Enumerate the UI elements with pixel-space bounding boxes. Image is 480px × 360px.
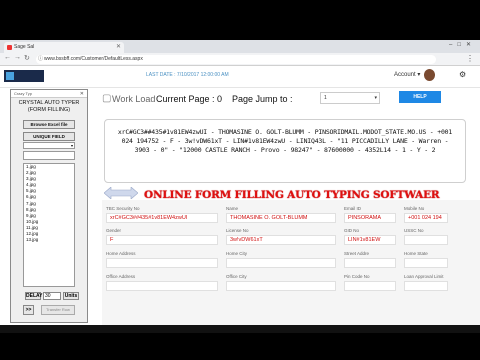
form-field-input[interactable] <box>106 258 218 268</box>
logo <box>4 70 44 82</box>
form-field-input[interactable]: F <box>106 235 218 245</box>
app-header: LAST DATE : 7/10/2017 12:00:00 AM Accoun… <box>0 66 480 88</box>
form-field-input[interactable] <box>106 281 218 291</box>
form-field-input[interactable]: THOMASINE O. GOLT-BLUMM <box>226 213 336 223</box>
workload-title: Work Load <box>112 94 156 104</box>
form-field-label: Home State <box>404 251 428 256</box>
form-field: Gender F <box>106 228 218 245</box>
workload-icon: ▢ <box>102 93 112 104</box>
form-field-input[interactable]: 3w!vDW61xT <box>226 235 336 245</box>
chevron-down-icon: ▾ <box>374 95 377 101</box>
unique-field-button[interactable]: UNIQUE FIELD <box>23 132 75 141</box>
form-field: TBC Security No xrC#GC3##435#1v81EW4zwUI <box>106 206 218 223</box>
avatar[interactable] <box>424 69 435 81</box>
unique-field-select[interactable]: ▾ <box>23 142 75 149</box>
url-field[interactable]: ⓘ www.bssbff.com/Customer/DefaultLess.as… <box>36 55 436 64</box>
form-field-label: Pin Code No <box>344 274 370 279</box>
double-arrow-icon <box>104 187 138 199</box>
list-item[interactable]: 13.jpg <box>26 237 74 243</box>
browse-excel-button[interactable]: Browse Excel file <box>23 120 75 129</box>
account-menu[interactable]: Account ▾ <box>394 71 420 78</box>
workload-bar: ▢ Work Load Current Page : 0 Page Jump t… <box>102 90 480 108</box>
unique-field-input[interactable] <box>23 151 75 160</box>
page-jump-label: Page Jump to : <box>232 94 293 104</box>
forward-icon[interactable]: → <box>14 54 21 61</box>
form-field-input[interactable] <box>226 258 336 268</box>
record-text: xrC#GC3##435#1v81EW4zwUI - THOMASINE O. … <box>104 119 466 183</box>
form-field-input[interactable] <box>404 281 448 291</box>
tab-title: Sage Sal <box>14 44 35 50</box>
form-field-label: TBC Security No <box>106 206 140 211</box>
typer-heading: CRYSTAL AUTO TYPER (FORM FILLING) <box>18 100 80 113</box>
form-field-label: Mobile No <box>404 206 425 211</box>
desktop-screen: Sage Sal ✕ –□✕ ← → ↻ ⓘ www.bssbff.com/Cu… <box>0 40 480 333</box>
form-field-input[interactable]: PINSORAMA <box>344 213 396 223</box>
auto-typer-panel: Crazy Typ ✕ CRYSTAL AUTO TYPER (FORM FIL… <box>10 89 88 323</box>
form-field: Street Addre <box>344 251 396 268</box>
form-field-input[interactable] <box>344 258 396 268</box>
browser-menu-icon[interactable]: ⋮ <box>466 54 474 63</box>
form-field-label: Street Addre <box>344 251 370 256</box>
form-field-input[interactable]: LIN#1v81EW <box>344 235 396 245</box>
form-field-label: USSC No <box>404 228 424 233</box>
form-field-input[interactable] <box>404 235 448 245</box>
form-field-label: Loan Approval Limit <box>404 274 444 279</box>
form-field-label: Email ID <box>344 206 362 211</box>
taskbar <box>0 325 480 333</box>
form-field: Office Address <box>106 274 218 291</box>
form-field-input[interactable]: +001 024 194 <box>404 213 448 223</box>
window-controls[interactable]: –□✕ <box>449 41 476 48</box>
reload-icon[interactable]: ↻ <box>24 54 30 62</box>
entry-form: TBC Security No xrC#GC3##435#1v81EW4zwUI N… <box>102 200 480 333</box>
form-field-label: Home City <box>226 251 248 256</box>
back-icon[interactable]: ← <box>4 54 11 61</box>
form-field: Pin Code No <box>344 274 396 291</box>
form-field-label: Office Address <box>106 274 136 279</box>
delay-unit: Units <box>63 292 79 300</box>
close-tab-icon[interactable]: ✕ <box>116 42 121 53</box>
form-field: Email ID PINSORAMA <box>344 206 396 223</box>
info-icon: ⓘ <box>38 56 44 62</box>
browser-tab[interactable]: Sage Sal ✕ <box>4 42 124 53</box>
form-field-input[interactable] <box>344 281 396 291</box>
form-field: USSC No <box>404 228 448 245</box>
page-jump-select[interactable]: 1 ▾ <box>320 92 380 104</box>
form-field-label: Gender <box>106 228 122 233</box>
form-field-label: Home Address <box>106 251 136 256</box>
form-field-label: Name <box>226 206 239 211</box>
form-field-input[interactable] <box>404 258 448 268</box>
go-button[interactable]: >> <box>23 305 34 315</box>
form-field-input[interactable] <box>226 281 336 291</box>
typer-titlebar[interactable]: Crazy Typ ✕ <box>11 90 87 98</box>
gear-icon[interactable]: ⚙ <box>459 70 466 79</box>
form-field-input[interactable]: xrC#GC3##435#1v81EW4zwUI <box>106 213 218 223</box>
favicon-icon <box>7 45 12 50</box>
video-frame: Sage Sal ✕ –□✕ ← → ↻ ⓘ www.bssbff.com/Cu… <box>0 0 480 360</box>
form-field: Home Address <box>106 251 218 268</box>
browser-tab-bar: Sage Sal ✕ –□✕ <box>0 40 480 53</box>
form-field: Home City <box>226 251 336 268</box>
close-icon[interactable]: ✕ <box>80 90 84 98</box>
form-field-label: GID No <box>344 228 360 233</box>
form-field: GID No LIN#1v81EW <box>344 228 396 245</box>
form-field: Home State <box>404 251 448 268</box>
form-field: License No 3w!vDW61xT <box>226 228 336 245</box>
delay-input[interactable]: 30 <box>43 292 61 300</box>
form-field: Mobile No +001 024 194 <box>404 206 448 223</box>
transfer-row-button[interactable]: Transfer Row <box>41 305 75 315</box>
form-field-label: License No <box>226 228 249 233</box>
form-field: Name THOMASINE O. GOLT-BLUMM <box>226 206 336 223</box>
file-list[interactable]: 1.jpg 2.jpg 3.jpg 4.jpg 5.jpg 6.jpg 7.jpg 8.jpg… <box>23 163 75 287</box>
form-field: Office City <box>226 274 336 291</box>
delay-label: DELAY <box>25 292 43 300</box>
chevron-down-icon: ▾ <box>70 143 73 148</box>
form-field-label: Office City <box>226 274 247 279</box>
help-button[interactable]: HELP <box>399 91 441 103</box>
last-date: LAST DATE : 7/10/2017 12:00:00 AM <box>146 72 229 78</box>
address-bar-row: ← → ↻ ⓘ www.bssbff.com/Customer/DefaultL… <box>0 53 480 66</box>
current-page: Current Page : 0 <box>156 94 223 104</box>
form-field: Loan Approval Limit <box>404 274 448 291</box>
